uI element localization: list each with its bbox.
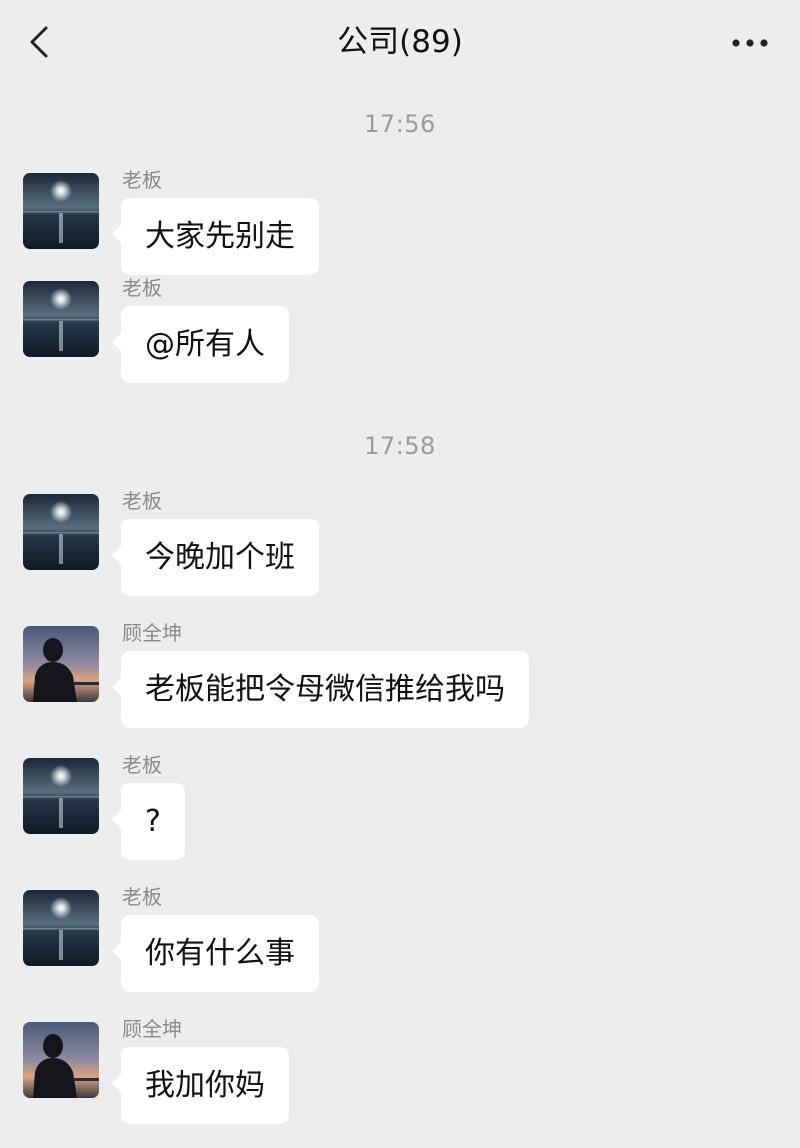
- sender-name: 老板: [122, 753, 162, 777]
- sender-name: 老板: [122, 276, 162, 300]
- timestamp: 17:58: [364, 432, 436, 460]
- message-bubble[interactable]: 你有什么事: [112, 915, 319, 992]
- sender-name: 老板: [122, 885, 162, 909]
- chevron-left-icon[interactable]: [22, 20, 62, 64]
- chat-screen: 公司(89) 17:56 老板 大家先别走 老板 @所有人 17:58 老板 今…: [0, 0, 800, 1148]
- sender-name: 老板: [122, 168, 162, 192]
- sea-moon-avatar[interactable]: [23, 758, 99, 834]
- chat-title: 公司(89): [337, 24, 463, 60]
- more-dots-icon[interactable]: [730, 28, 770, 58]
- message-bubble[interactable]: 老板能把令母微信推给我吗: [112, 651, 529, 728]
- timestamp: 17:56: [364, 110, 436, 138]
- message-bubble[interactable]: 今晚加个班: [112, 519, 319, 596]
- silhouette-sunset-avatar[interactable]: [23, 1022, 99, 1098]
- sender-name: 顾全坤: [122, 1017, 182, 1041]
- message-bubble[interactable]: 大家先别走: [112, 198, 319, 275]
- message-bubble[interactable]: @所有人: [112, 306, 289, 383]
- sender-name: 老板: [122, 489, 162, 513]
- sea-moon-avatar[interactable]: [23, 281, 99, 357]
- message-bubble[interactable]: ?: [112, 783, 185, 860]
- sender-name: 顾全坤: [122, 621, 182, 645]
- message-bubble[interactable]: 我加你妈: [112, 1047, 289, 1124]
- top-bar: 公司(89): [0, 0, 800, 88]
- sea-moon-avatar[interactable]: [23, 890, 99, 966]
- sea-moon-avatar[interactable]: [23, 494, 99, 570]
- silhouette-sunset-avatar[interactable]: [23, 626, 99, 702]
- sea-moon-avatar[interactable]: [23, 173, 99, 249]
